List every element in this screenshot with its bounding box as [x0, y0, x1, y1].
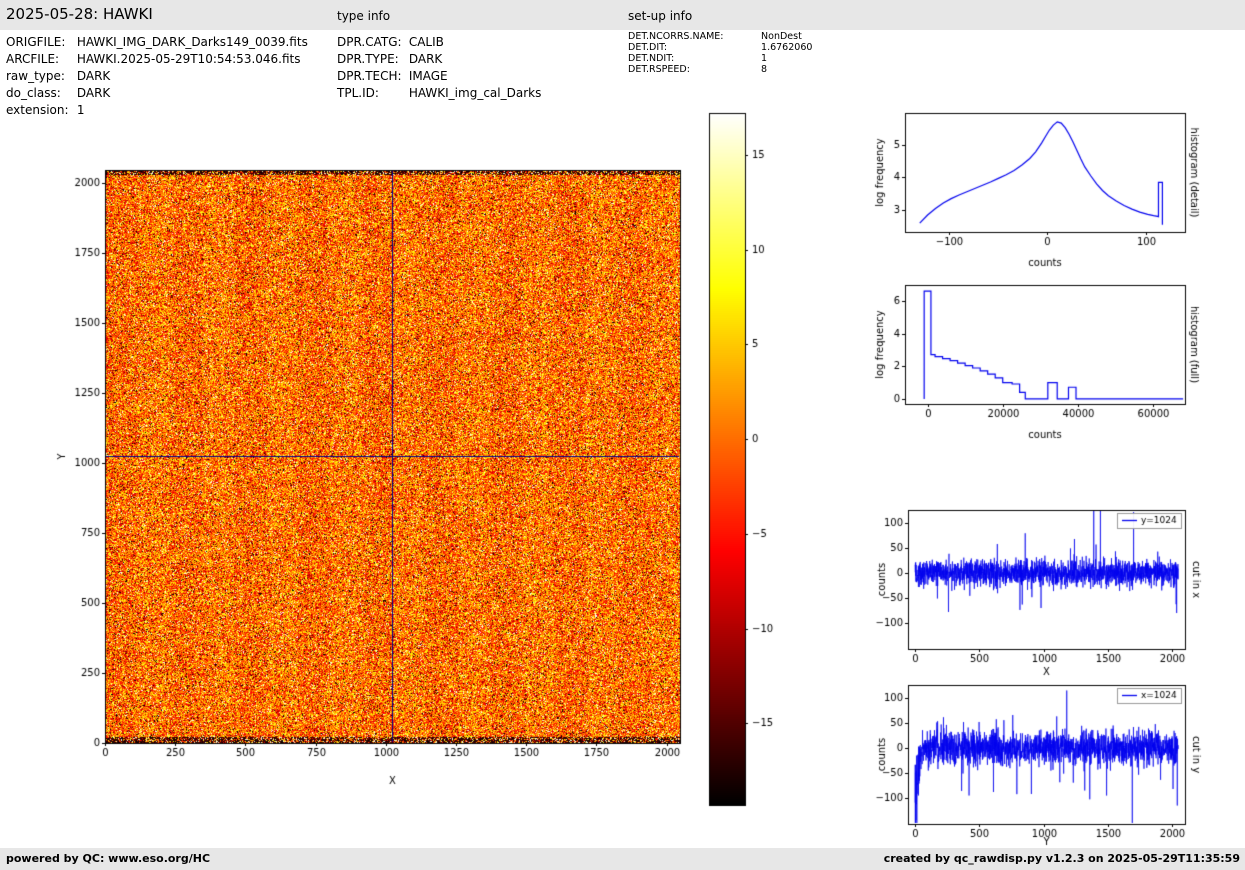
field-value: 1	[761, 53, 768, 64]
setup-info-heading: set-up info	[628, 9, 693, 23]
header-bar: 2025-05-28: HAWKI type info set-up info	[0, 0, 1245, 30]
field-label: do_class:	[6, 86, 61, 100]
histogram-full-plot	[860, 267, 1220, 452]
meta-row-dpr-type: DPR.TYPE: DARK	[337, 51, 541, 68]
meta-row-do-class: do_class: DARK	[6, 85, 308, 102]
qc-report-page: 2025-05-28: HAWKI type info set-up info …	[0, 0, 1245, 870]
type-info-heading: type info	[337, 9, 391, 23]
file-info-block: ORIGFILE: HAWKI_IMG_DARK_Darks149_0039.f…	[6, 34, 308, 119]
field-label: DPR.TYPE:	[337, 52, 399, 66]
field-value: DARK	[408, 52, 443, 66]
field-label: DPR.CATG:	[337, 35, 402, 49]
meta-row-dpr-catg: DPR.CATG: CALIB	[337, 34, 541, 51]
type-info-block: DPR.CATG: CALIB DPR.TYPE: DARK DPR.TECH:…	[337, 34, 541, 102]
meta-row-origfile: ORIGFILE: HAWKI_IMG_DARK_Darks149_0039.f…	[6, 34, 308, 51]
field-value: DARK	[76, 86, 111, 100]
meta-row-det-ncorrs: DET.NCORRS.NAME: NonDest	[628, 31, 812, 42]
footer-powered-by: powered by QC: www.eso.org/HC	[6, 852, 211, 865]
main-image-plot	[35, 128, 695, 798]
meta-row-det-ndit: DET.NDIT: 1	[628, 53, 812, 64]
field-value: HAWKI_img_cal_Darks	[408, 86, 542, 100]
field-label: DET.NCORRS.NAME:	[628, 31, 724, 42]
cut-in-y-plot	[860, 665, 1220, 849]
meta-row-raw-type: raw_type: DARK	[6, 68, 308, 85]
field-value: HAWKI.2025-05-29T10:54:53.046.fits	[76, 52, 301, 66]
field-label: ORIGFILE:	[6, 35, 66, 49]
field-value: 8	[761, 64, 768, 75]
meta-row-det-dit: DET.DIT: 1.6762060	[628, 42, 812, 53]
setup-info-block: DET.NCORRS.NAME: NonDest DET.DIT: 1.6762…	[628, 31, 812, 75]
footer-bar: powered by QC: www.eso.org/HC created by…	[0, 848, 1245, 870]
page-title: 2025-05-28: HAWKI	[6, 5, 153, 23]
footer-created-by: created by qc_rawdisp.py v1.2.3 on 2025-…	[883, 852, 1240, 865]
field-label: ARCFILE:	[6, 52, 60, 66]
meta-row-extension: extension: 1	[6, 102, 308, 119]
meta-row-tpl-id: TPL.ID: HAWKI_img_cal_Darks	[337, 85, 541, 102]
field-value: NonDest	[761, 31, 802, 42]
field-value: CALIB	[408, 35, 444, 49]
field-value: HAWKI_IMG_DARK_Darks149_0039.fits	[76, 35, 308, 49]
field-value: IMAGE	[408, 69, 448, 83]
field-label: DET.RSPEED:	[628, 64, 690, 75]
meta-row-dpr-tech: DPR.TECH: IMAGE	[337, 68, 541, 85]
field-label: raw_type:	[6, 69, 65, 83]
cut-in-x-plot	[860, 492, 1220, 688]
meta-row-arcfile: ARCFILE: HAWKI.2025-05-29T10:54:53.046.f…	[6, 51, 308, 68]
field-label: extension:	[6, 103, 69, 117]
colorbar	[700, 105, 800, 815]
field-value: 1	[76, 103, 85, 117]
field-label: TPL.ID:	[337, 86, 379, 100]
field-label: DET.DIT:	[628, 42, 668, 53]
field-value: 1.6762060	[761, 42, 813, 53]
histogram-detail-plot	[860, 95, 1220, 280]
field-label: DPR.TECH:	[337, 69, 402, 83]
meta-row-det-rspeed: DET.RSPEED: 8	[628, 64, 812, 75]
field-value: DARK	[76, 69, 111, 83]
field-label: DET.NDIT:	[628, 53, 675, 64]
